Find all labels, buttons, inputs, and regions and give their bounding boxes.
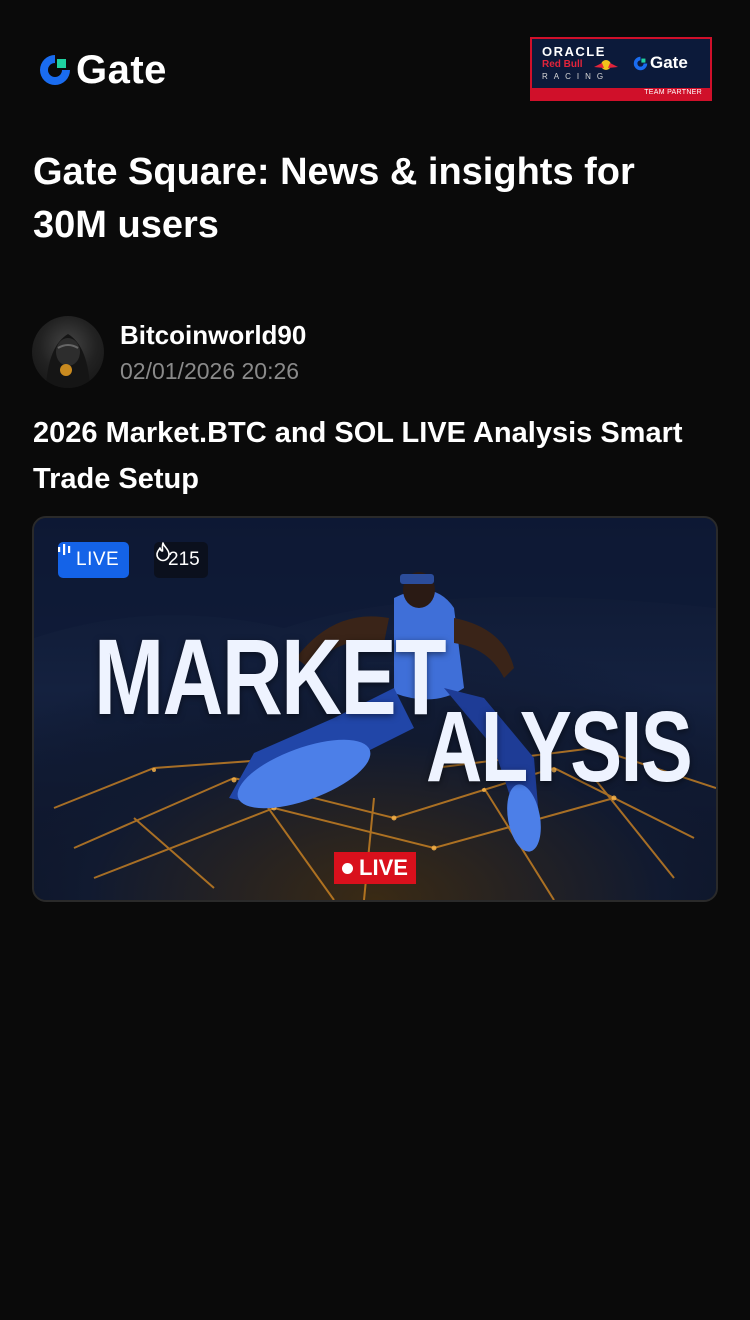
team-partner-banner[interactable]: ORACLE Red Bull RACING Gate TEAM PARTNER bbox=[530, 37, 712, 101]
red-bull-icon bbox=[594, 60, 618, 70]
viewer-count-value: 215 bbox=[168, 549, 200, 570]
thumbnail-live-tag: LIVE bbox=[334, 852, 416, 884]
post-timestamp: 02/01/2026 20:26 bbox=[120, 358, 300, 384]
live-stream-thumbnail[interactable]: MARKET ALYSIS LIVE 215 LIVE bbox=[32, 516, 718, 902]
team-partner-label: TEAM PARTNER bbox=[644, 89, 702, 96]
post-author[interactable]: Bitcoinworld90 02/01/2026 20:26 bbox=[32, 316, 722, 388]
redbull-label: Red Bull bbox=[542, 59, 583, 70]
thumbnail-title-line-2: ALYSIS bbox=[426, 691, 693, 803]
racing-label: RACING bbox=[542, 72, 610, 81]
post-title[interactable]: 2026 Market.BTC and SOL LIVE Analysis Sm… bbox=[33, 410, 713, 502]
avatar[interactable] bbox=[32, 316, 104, 388]
oracle-label: ORACLE bbox=[542, 44, 606, 59]
thumbnail-title-line-1: MARKET bbox=[94, 616, 447, 737]
live-dot-icon bbox=[342, 862, 354, 874]
partner-band: TEAM PARTNER bbox=[532, 88, 710, 99]
live-bars-icon bbox=[58, 544, 71, 555]
avatar-image bbox=[46, 334, 90, 388]
top-header: Gate ORACLE Red Bull RACING Gate TEAM PA… bbox=[0, 0, 750, 140]
gate-logo[interactable]: Gate bbox=[36, 50, 167, 90]
author-name[interactable]: Bitcoinworld90 bbox=[120, 320, 306, 351]
thumbnail-live-label: LIVE bbox=[359, 855, 408, 880]
partner-gate-logo: Gate bbox=[632, 53, 688, 73]
partner-gate-text: Gate bbox=[650, 53, 688, 72]
gate-logo-icon bbox=[40, 55, 70, 85]
live-badge-label: LIVE bbox=[76, 549, 120, 570]
page-headline: Gate Square: News & insights for 30M use… bbox=[33, 151, 635, 246]
live-badge: LIVE bbox=[58, 542, 130, 578]
viewer-count: 215 bbox=[154, 542, 208, 578]
flame-icon bbox=[156, 542, 170, 562]
brand-name: Gate bbox=[76, 48, 167, 92]
gate-logo-icon bbox=[633, 56, 648, 70]
